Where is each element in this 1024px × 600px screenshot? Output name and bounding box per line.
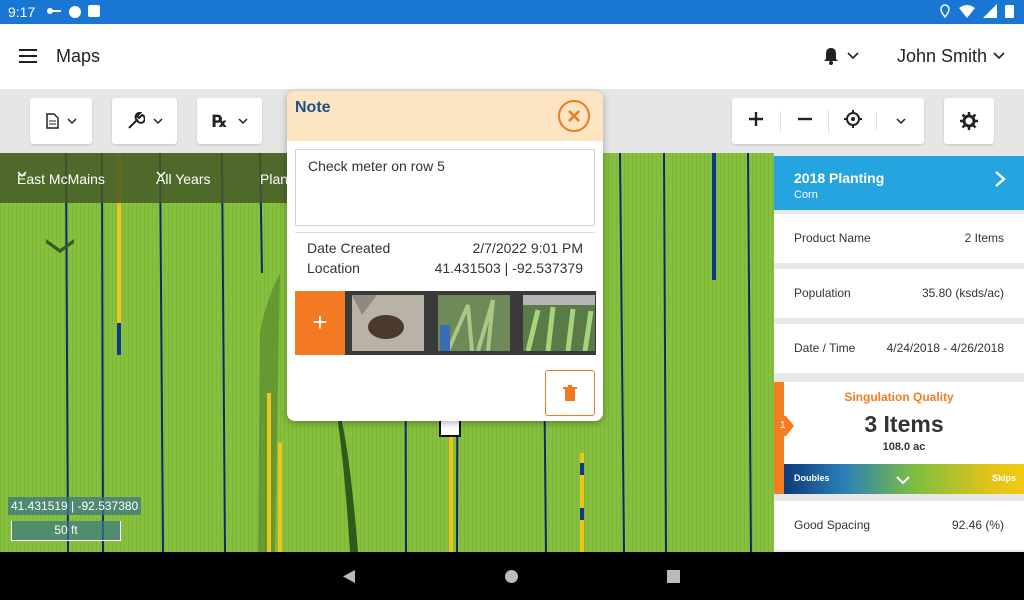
prescription-icon: ℞ [212, 112, 227, 130]
back-icon[interactable] [342, 569, 356, 584]
row-value: 92.46 (%) [951, 518, 1004, 532]
chevron-down-icon [67, 117, 77, 124]
location-row: Location 41.431503 | -92.537379 [307, 260, 583, 276]
row-value: 4/24/2018 - 4/26/2018 [886, 341, 1004, 355]
zoom-out-button[interactable] [780, 110, 828, 132]
legend-right-label: Skips [991, 473, 1016, 483]
product-name-row: Product Name 2 Items [774, 214, 1024, 263]
row-value: 35.80 (ksds/ac) [921, 286, 1004, 300]
add-photo-button[interactable]: + [295, 291, 345, 355]
chevron-down-icon[interactable] [993, 49, 1005, 63]
row-label: Population [794, 286, 851, 300]
zoom-in-button[interactable] [732, 111, 780, 132]
close-icon [568, 110, 580, 122]
recents-icon[interactable] [666, 569, 681, 584]
year-filter[interactable]: All Years [156, 171, 218, 187]
map-controls [732, 98, 924, 144]
signal-icon [983, 4, 997, 18]
location-value: 41.431503 | -92.537379 [434, 260, 583, 276]
status-time: 9:17 [8, 4, 36, 20]
photo-thumbnail[interactable] [523, 295, 595, 351]
location-label: Location [307, 260, 360, 276]
document-menu-button[interactable] [30, 98, 92, 144]
prescription-menu-button[interactable]: ℞ [197, 98, 262, 144]
date-time-row: Date / Time 4/24/2018 - 4/26/2018 [774, 324, 1024, 373]
planting-header[interactable]: 2018 Planting Corn [774, 156, 1024, 210]
battery-icon [1005, 5, 1014, 18]
note-text-field[interactable]: Check meter on row 5 [295, 149, 595, 226]
crosshair-icon [843, 109, 862, 128]
sd-card-icon [88, 5, 100, 17]
row-label: Date / Time [794, 341, 856, 355]
legend-gradient[interactable]: Doubles Skips [784, 464, 1024, 494]
close-button[interactable] [558, 100, 590, 132]
svg-text:℞: ℞ [212, 112, 227, 130]
scale-bar: 50 ft [11, 521, 121, 541]
chevron-right-icon[interactable] [994, 168, 1006, 194]
metric-area: 108.0 ac [882, 441, 926, 453]
chevron-down-icon[interactable] [896, 472, 910, 490]
singulation-quality-card[interactable]: 1 Singulation Quality 3 Items 108.0 ac D… [774, 382, 1024, 494]
system-icons [939, 4, 1014, 18]
chevron-down-icon [895, 118, 906, 125]
map-options-dropdown[interactable] [876, 112, 924, 130]
divider [295, 232, 595, 233]
good-spacing-row: Good Spacing 92.46 (%) [774, 501, 1024, 550]
location-icon [940, 4, 950, 18]
metric-count: 3 Items [864, 411, 944, 437]
plus-icon [749, 111, 763, 126]
filter-bar: East McMains All Years Plan [0, 153, 300, 203]
chevron-down-icon [152, 117, 163, 124]
date-created-label: Date Created [307, 240, 391, 256]
page-title: Maps [56, 46, 101, 66]
home-icon[interactable] [504, 569, 519, 584]
row-value: 2 Items [964, 231, 1004, 245]
photo-thumbnail[interactable] [438, 295, 510, 351]
tools-menu-button[interactable] [112, 98, 177, 144]
bell-icon[interactable] [822, 46, 840, 71]
gear-icon [960, 112, 978, 130]
wifi-icon [959, 5, 975, 18]
crop-label: Corn [794, 189, 818, 201]
notification-icons [46, 5, 100, 19]
delete-button[interactable] [545, 370, 595, 416]
photo-thumbnail[interactable] [352, 295, 424, 351]
operation-filter[interactable]: Plan [260, 171, 288, 187]
wrench-icon [127, 112, 145, 129]
population-row: Population 35.80 (ksds/ac) [774, 269, 1024, 318]
key-icon [47, 8, 61, 14]
app-bar: Maps John Smith [0, 24, 1024, 89]
status-bar: 9:17 [0, 0, 1024, 24]
legend-left-label: Doubles [794, 473, 830, 483]
minus-icon [797, 117, 812, 120]
coordinate-readout: 41.431519 | -92.537380 [8, 497, 142, 515]
settings-button[interactable] [944, 98, 994, 144]
row-label: Product Name [794, 231, 871, 245]
metric-title: Singulation Quality [844, 390, 954, 404]
menu-icon[interactable] [19, 49, 37, 63]
system-nav-bar [0, 552, 1024, 600]
layer-info-panel: 2018 Planting Corn Product Name 2 Items … [774, 153, 1024, 552]
date-created-value: 2/7/2022 9:01 PM [472, 240, 583, 256]
document-icon [46, 113, 59, 129]
note-header: Note [287, 91, 603, 141]
row-label: Good Spacing [794, 518, 871, 532]
chevron-down-icon [237, 117, 248, 124]
user-menu[interactable]: John Smith [897, 46, 987, 67]
planting-title: 2018 Planting [794, 170, 885, 186]
chevron-down-icon[interactable] [847, 49, 859, 63]
photo-strip: + [295, 291, 596, 355]
field-filter[interactable]: East McMains [17, 171, 113, 187]
app-notification-icon [69, 6, 81, 18]
note-popup: Note Check meter on row 5 Date Created 2… [287, 91, 603, 421]
note-title: Note [295, 99, 331, 116]
my-location-button[interactable] [828, 109, 876, 133]
date-created-row: Date Created 2/7/2022 9:01 PM [307, 240, 583, 256]
trash-icon [563, 384, 577, 401]
